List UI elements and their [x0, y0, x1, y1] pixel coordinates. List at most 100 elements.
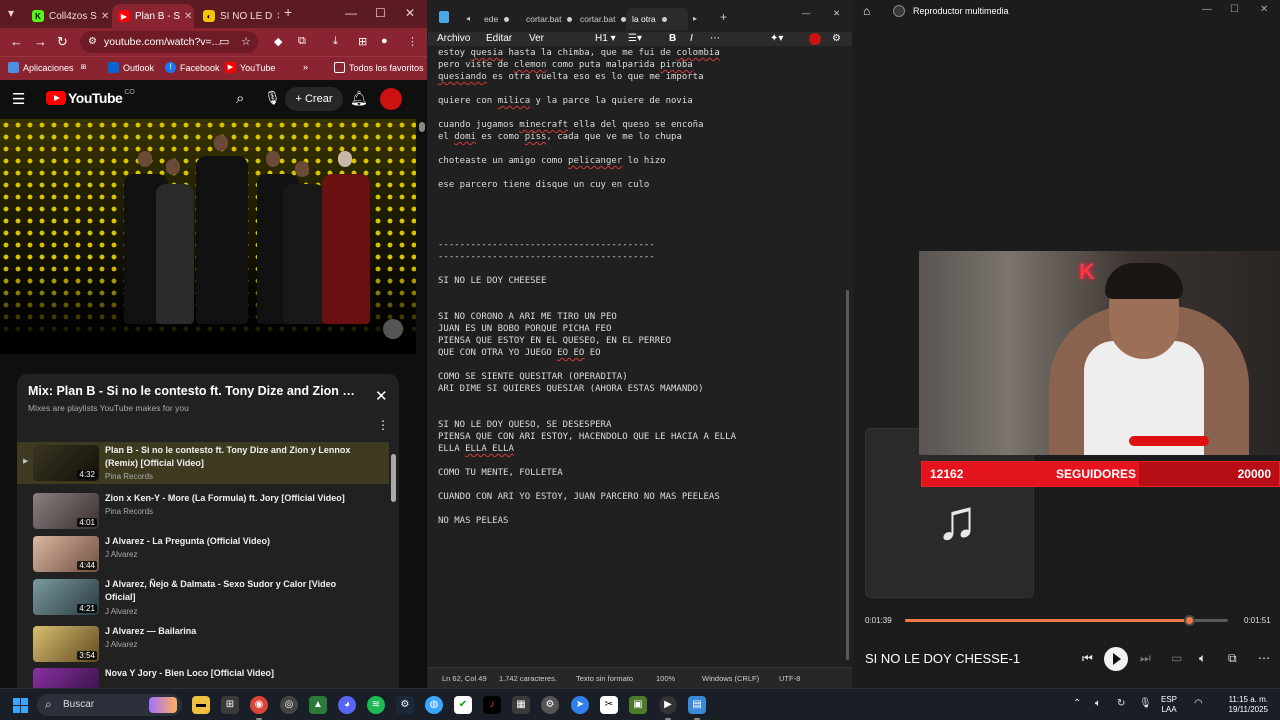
file-explorer-icon[interactable]: ▬	[192, 696, 210, 714]
media-player-icon[interactable]: ▶	[659, 696, 677, 720]
volume-icon[interactable]: 🔈︎	[1095, 698, 1101, 709]
maximize-icon[interactable]: ☐	[375, 6, 386, 20]
scrollbar-thumb[interactable]	[419, 122, 425, 132]
language-indicator[interactable]: ESP LAA	[1161, 695, 1177, 715]
more-options-icon[interactable]: ⋯	[1258, 651, 1270, 665]
close-window-icon[interactable]: ✕	[1260, 4, 1268, 15]
reload-icon[interactable]: ↻	[57, 34, 68, 50]
editor-text-area[interactable]: estoy quesia hasta la chimba, que me fui…	[438, 47, 842, 527]
bookmark-all[interactable]: Todos los favoritos	[334, 62, 424, 73]
bookmark-facebook[interactable]: f Facebook	[165, 62, 220, 73]
settings-gear-icon[interactable]: ⚙	[832, 33, 841, 44]
notepad-tab[interactable]: cortar.bat	[580, 8, 627, 30]
account-avatar[interactable]	[809, 33, 821, 45]
new-tab-button[interactable]: +	[284, 4, 292, 20]
new-tab-button[interactable]: +	[720, 6, 727, 28]
play-button[interactable]	[1104, 647, 1128, 671]
maximize-icon[interactable]: ☐	[1230, 4, 1239, 15]
close-icon[interactable]: ✕	[272, 11, 279, 22]
menu-archivo[interactable]: Archivo	[437, 33, 470, 44]
previous-track-icon[interactable]: ⏮︎	[1082, 651, 1093, 666]
forward-icon[interactable]: →	[34, 34, 47, 49]
notepad-tab[interactable]: cortar.bat	[526, 8, 573, 30]
scroll-tabs-right-icon[interactable]: ▸	[693, 8, 697, 30]
bookmark-star-icon[interactable]: ☆	[241, 35, 251, 48]
start-button[interactable]	[13, 698, 28, 713]
captions-icon[interactable]: ▭	[1171, 651, 1182, 665]
youtube-logo[interactable]: YouTube CO	[46, 89, 135, 106]
wifi-icon[interactable]: ◠	[1194, 698, 1203, 709]
tab-youtube[interactable]: ▶ Plan B - S ✕	[112, 4, 194, 28]
notifications-bell-icon[interactable]: 🔔︎	[350, 90, 368, 107]
seek-handle[interactable]	[1184, 615, 1196, 626]
playlist-item[interactable]: Nova Y Jory - Bien Loco [Official Video]	[17, 665, 389, 688]
notepad-tab[interactable]: ede	[484, 8, 510, 30]
tab-document[interactable]: ◐ SI NO LE D ✕	[197, 4, 279, 28]
tab-search-icon[interactable]: ▾	[8, 6, 14, 20]
close-icon[interactable]: ✕	[180, 11, 192, 22]
settings-gear-icon[interactable]: ⚙	[541, 696, 559, 714]
notepad-icon[interactable]: ▤	[688, 696, 706, 720]
sync-icon[interactable]: ↻	[1117, 698, 1125, 709]
close-window-icon[interactable]: ✕	[405, 6, 415, 20]
list-format-icon[interactable]: ☰▾	[628, 33, 642, 44]
editor-scrollbar[interactable]	[846, 290, 849, 660]
menu-editar[interactable]: Editar	[486, 33, 512, 44]
italic-icon[interactable]: I	[690, 33, 693, 44]
bookmark-apps[interactable]: Aplicaciones	[8, 62, 74, 73]
hamburger-menu-icon[interactable]: ☰	[12, 90, 25, 108]
spotify-icon[interactable]: ≋	[367, 696, 385, 714]
tab-kick[interactable]: K Coll4zos S ✕	[26, 4, 108, 28]
playlist-scrollbar[interactable]	[391, 452, 397, 684]
microphone-icon[interactable]: 🎙︎	[1139, 698, 1152, 709]
page-scrollbar[interactable]	[417, 119, 427, 688]
show-hidden-icons[interactable]: ⌃	[1073, 698, 1081, 709]
more-format-icon[interactable]: ⋯	[710, 33, 720, 44]
search-icon[interactable]: ⌕	[236, 90, 244, 107]
site-info-icon[interactable]: ⚙	[88, 31, 97, 53]
minimize-icon[interactable]: —	[345, 6, 357, 20]
heading-select[interactable]: H1 ▾	[595, 33, 616, 44]
system-clock[interactable]: 11:15 a. m. 19/11/2025	[1222, 695, 1268, 715]
copilot-icon[interactable]: ✦▾	[770, 33, 783, 44]
app-icon[interactable]: ▲	[309, 696, 327, 714]
playlist-title[interactable]: Mix: Plan B - Si no le contesto ft. Tony…	[28, 384, 358, 398]
url-field[interactable]: ⚙ youtube.com/watch?v=...	[80, 31, 258, 53]
next-track-icon[interactable]: ⏭︎	[1140, 651, 1151, 666]
app-icon[interactable]: ➤	[571, 696, 589, 714]
playlist-item[interactable]: 4:21 J Alvarez, Ñejo & Dalmata - Sexo Su…	[17, 576, 389, 618]
taskbar-search[interactable]: ⌕ Buscar	[37, 694, 182, 716]
discord-icon[interactable]: ◕	[338, 696, 356, 714]
close-icon[interactable]: ✕	[375, 387, 388, 405]
create-button[interactable]: + Crear	[285, 87, 343, 111]
menu-ver[interactable]: Ver	[529, 33, 544, 44]
minimize-icon[interactable]: —	[1202, 4, 1212, 15]
home-icon[interactable]: ⌂	[863, 4, 870, 18]
scroll-tabs-left-icon[interactable]: ◂	[466, 8, 470, 30]
account-avatar[interactable]	[380, 88, 402, 110]
chrome-icon[interactable]: ◉	[250, 696, 268, 720]
volume-icon[interactable]: 🔈︎	[1199, 651, 1206, 666]
menu-dots-icon[interactable]: ⋮	[407, 35, 418, 48]
back-icon[interactable]: ←	[10, 34, 23, 49]
seek-slider[interactable]	[905, 615, 1228, 626]
extensions-puzzle-icon[interactable]: ⧉	[298, 35, 306, 48]
bookmark-grid[interactable]: ⊞	[78, 62, 93, 73]
store-icon[interactable]: ⊞	[221, 696, 239, 714]
playlist-item[interactable]: ▶ 4:32 Plan B - Si no le contesto ft. To…	[17, 442, 389, 484]
bookmark-outlook[interactable]: Outlook	[108, 62, 154, 73]
extension-icon-2[interactable]: ⊞	[358, 35, 367, 48]
bookmark-youtube[interactable]: ▶ YouTube	[225, 62, 275, 73]
playlist-item[interactable]: 3:54 J Alvarez — Bailarina J Alvarez	[17, 623, 389, 665]
playlist-item[interactable]: 4:01 Zion x Ken-Y - More (La Formula) ft…	[17, 490, 389, 532]
app-icon[interactable]: ✔	[454, 696, 472, 714]
scrollbar-thumb[interactable]	[391, 454, 396, 502]
video-player[interactable]	[0, 119, 416, 354]
obs-icon[interactable]: ◎	[280, 696, 298, 714]
more-bookmarks-icon[interactable]: »	[303, 62, 308, 72]
playlist-item[interactable]: 4:44 J Alvarez - La Pregunta (Official V…	[17, 533, 389, 575]
minimize-icon[interactable]: —	[802, 2, 811, 24]
cast-icon[interactable]: ▭	[219, 35, 229, 48]
minecraft-icon[interactable]: ▣	[629, 696, 647, 714]
notepad-tab-active[interactable]: la otra	[626, 8, 688, 30]
